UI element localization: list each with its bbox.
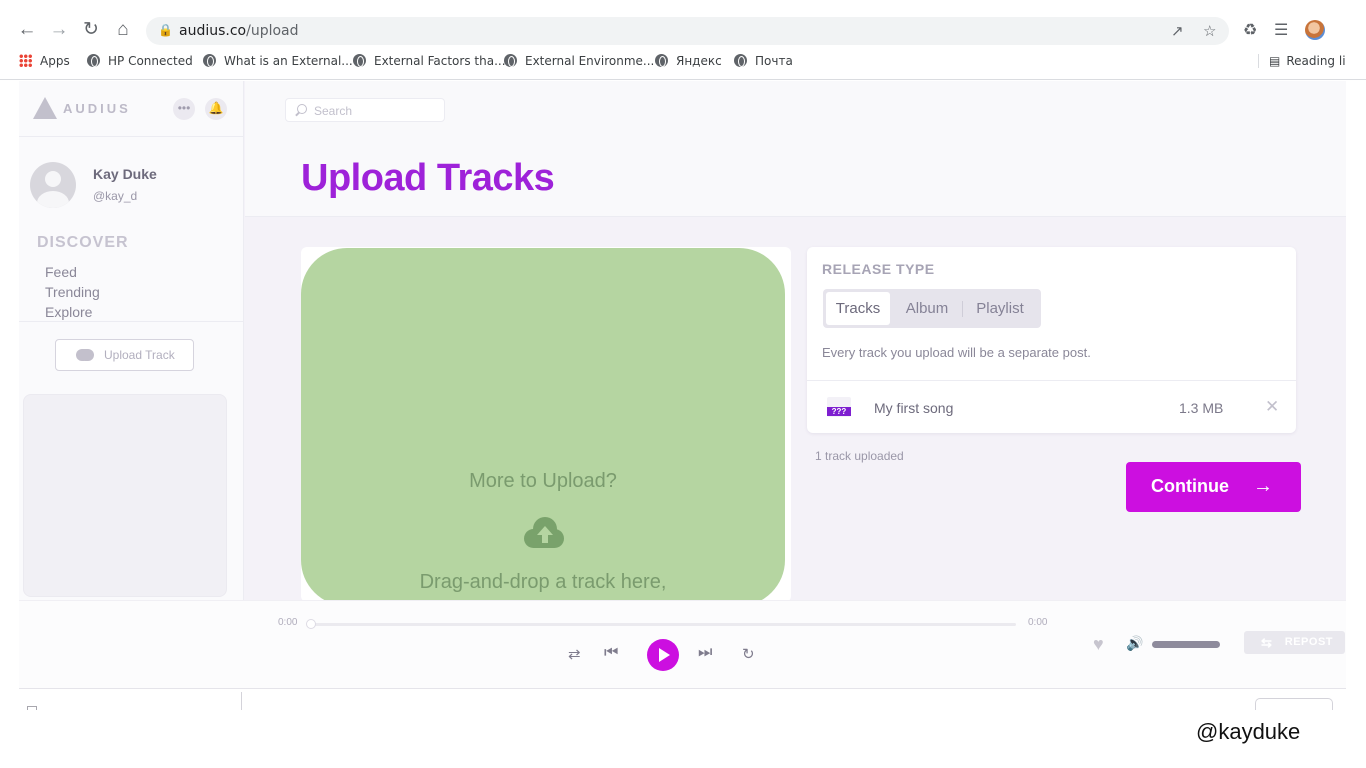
url-host: audius.co [179,23,247,39]
globe-icon [203,54,216,67]
progress-handle[interactable] [306,619,316,629]
release-type-label: RELEASE TYPE [822,261,935,277]
more-options-button[interactable]: ••• [173,98,195,120]
bookmarks-bar: Apps HP Connected What is an External...… [0,50,1366,74]
tab-tracks[interactable]: Tracks [826,292,890,325]
shuffle-icon[interactable]: ⇄ [568,645,581,663]
previous-track-icon[interactable]: ⏮ [604,644,618,662]
upload-track-button[interactable]: Upload Track [55,339,194,378]
tab-separator [962,301,963,317]
share-icon[interactable]: ↗ [1171,22,1184,40]
arrow-right-icon: → [1253,475,1273,497]
globe-icon [353,54,366,67]
bookmark-external-environment[interactable]: External Environme... [504,54,654,68]
track-name: My first song [874,400,954,416]
browser-chrome: ← → ↻ ⌂ 🔒 audius.co/upload ↗ ☆ ♻ ☰ Apps … [0,0,1366,80]
playback-progress-bar[interactable] [309,623,1016,626]
tab-album[interactable]: Album [895,292,959,325]
audius-app: AUDIUS ••• 🔔 Kay Duke @kay_d DISCOVER Fe… [19,81,1346,688]
forward-arrow-icon[interactable]: → [47,18,71,42]
apps-grid-icon [19,54,32,67]
volume-icon[interactable]: 🔊 [1126,635,1143,652]
reload-icon[interactable]: ↻ [79,18,103,42]
search-box[interactable] [285,98,445,122]
volume-slider[interactable] [1152,641,1220,648]
audius-logo[interactable]: AUDIUS [33,97,131,119]
cloud-upload-icon [76,348,94,378]
audio-file-icon: ??? [827,397,851,417]
dropzone-heading: More to Upload? [469,470,617,492]
watermark-text: @kayduke [1196,719,1301,744]
sidebar-divider [19,136,244,137]
back-arrow-icon[interactable]: ← [15,18,39,42]
sidebar-divider [19,321,244,322]
remove-track-close-icon[interactable]: ✕ [1265,397,1279,417]
notifications-bell-icon[interactable]: 🔔 [205,98,227,120]
bookmark-external-factors[interactable]: External Factors tha... [353,54,506,68]
download-bar-divider [19,688,1346,689]
audius-logo-icon [33,97,57,119]
release-type-card: RELEASE TYPE Tracks Album Playlist Every… [807,247,1296,433]
user-avatar[interactable] [30,162,76,208]
tracks-uploaded-count: 1 track uploaded [815,449,904,463]
browser-profile-avatar[interactable] [1305,20,1325,40]
tab-playlist[interactable]: Playlist [965,292,1035,325]
repeat-icon[interactable]: ↻ [742,645,755,663]
release-type-description: Every track you upload will be a separat… [822,345,1091,360]
globe-icon [734,54,747,67]
favorite-heart-icon[interactable]: ♥ [1093,634,1104,655]
sidebar-item-explore[interactable]: Explore [45,304,92,320]
page-title: Upload Tracks [301,157,555,199]
page-header: Upload Tracks [245,81,1346,217]
download-bar-separator [241,692,242,710]
reading-list-icon: ▤ [1269,54,1281,68]
card-divider [807,380,1296,381]
bookmark-apps[interactable]: Apps [19,54,70,68]
repost-button[interactable]: ⇆ REPOST [1244,631,1345,654]
url-text[interactable]: audius.co/upload [179,23,299,39]
search-input[interactable] [314,103,434,119]
continue-button[interactable]: Continue → [1126,462,1301,512]
bookmark-hp-connected[interactable]: HP Connected [87,54,193,68]
globe-icon [87,54,100,67]
playbar: 0:00 0:00 ⇄ ⏮ ⏭ ↻ ♥ 🔊 ⇆ REPOST [19,600,1346,688]
user-name[interactable]: Kay Duke [93,166,157,182]
reading-list[interactable]: ▤ Reading li [1258,54,1346,68]
extensions-icon[interactable]: ♻ [1243,20,1257,40]
user-handle[interactable]: @kay_d [93,189,137,203]
address-bar[interactable]: 🔒 audius.co/upload ↗ ☆ [146,17,1229,45]
next-track-icon[interactable]: ⏭ [698,644,712,662]
media-controls-icon[interactable]: ☰ [1274,20,1288,40]
dropzone-instruction: Drag-and-drop a track here, [419,571,667,593]
star-icon[interactable]: ☆ [1203,22,1216,40]
time-total: 0:00 [1028,617,1048,628]
lock-icon: 🔒 [158,23,173,37]
globe-icon [655,54,668,67]
sidebar-item-trending[interactable]: Trending [45,284,100,300]
show-all-button[interactable] [1255,698,1333,710]
bookmark-what-is-external[interactable]: What is an External... [203,54,353,68]
release-type-tabs: Tracks Album Playlist [823,289,1041,328]
document-icon [27,706,37,710]
search-icon [297,104,307,114]
time-elapsed: 0:00 [278,617,298,628]
bookmark-yandex[interactable]: Яндекс [655,54,722,68]
discover-heading: DISCOVER [37,234,129,251]
track-file-size: 1.3 MB [1179,400,1224,416]
now-playing-artwork [23,394,227,597]
repost-icon: ⇆ [1261,635,1273,650]
globe-icon [504,54,517,67]
sidebar: AUDIUS ••• 🔔 Kay Duke @kay_d DISCOVER Fe… [19,81,244,600]
play-button[interactable] [647,639,679,671]
track-dropzone[interactable]: More to Upload? Drag-and-drop a track he… [301,248,785,606]
cloud-upload-icon [524,517,566,548]
bookmark-pochta[interactable]: Почта [734,54,793,68]
sidebar-item-feed[interactable]: Feed [45,264,77,280]
home-icon[interactable]: ⌂ [111,18,135,42]
url-path: /upload [246,23,299,39]
